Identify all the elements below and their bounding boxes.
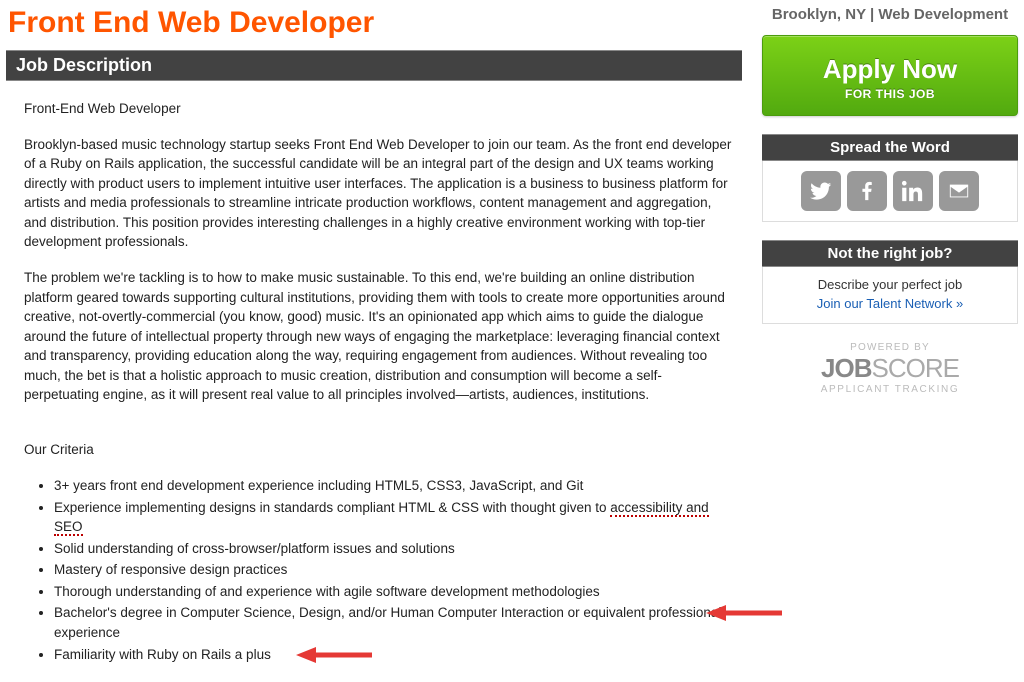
apply-main-label: Apply Now [769, 54, 1011, 85]
list-item: Thorough understanding of and experience… [54, 582, 734, 602]
criteria-label: Our Criteria [24, 440, 734, 460]
powered-by: POWERED BY JOBSCORE APPLICANT TRACKING [762, 342, 1018, 395]
twitter-icon[interactable] [801, 171, 841, 211]
jobscore-logo: JOBSCORE [762, 353, 1018, 384]
powered-label: POWERED BY [762, 342, 1018, 353]
email-icon[interactable] [939, 171, 979, 211]
list-item: Experience implementing designs in stand… [54, 498, 734, 537]
list-item: 3+ years front end development experienc… [54, 476, 734, 496]
not-right-header: Not the right job? [762, 240, 1018, 267]
annotation-arrow-icon [294, 645, 374, 665]
powered-tag: APPLICANT TRACKING [762, 384, 1018, 395]
apply-sub-label: FOR THIS JOB [769, 87, 1011, 101]
apply-button[interactable]: Apply Now FOR THIS JOB [762, 35, 1018, 116]
criteria-list: 3+ years front end development experienc… [24, 476, 734, 664]
job-meta: Brooklyn, NY | Web Development [762, 6, 1018, 23]
not-right-desc: Describe your perfect job [771, 277, 1009, 292]
talent-network-link[interactable]: Join our Talent Network » [817, 296, 963, 311]
list-item: Familiarity with Ruby on Rails a plus [54, 645, 734, 665]
job-para-2: The problem we're tackling is to how to … [24, 268, 734, 405]
list-item: Solid understanding of cross-browser/pla… [54, 539, 734, 559]
spread-word-header: Spread the Word [762, 134, 1018, 161]
list-item: Bachelor's degree in Computer Science, D… [54, 603, 734, 642]
job-description-header: Job Description [6, 50, 742, 81]
page-title: Front End Web Developer [6, 6, 742, 40]
job-content: Front-End Web Developer Brooklyn-based m… [6, 81, 742, 676]
job-subtitle: Front-End Web Developer [24, 99, 734, 119]
facebook-icon[interactable] [847, 171, 887, 211]
linkedin-icon[interactable] [893, 171, 933, 211]
job-para-1: Brooklyn-based music technology startup … [24, 135, 734, 252]
list-item: Mastery of responsive design practices [54, 560, 734, 580]
